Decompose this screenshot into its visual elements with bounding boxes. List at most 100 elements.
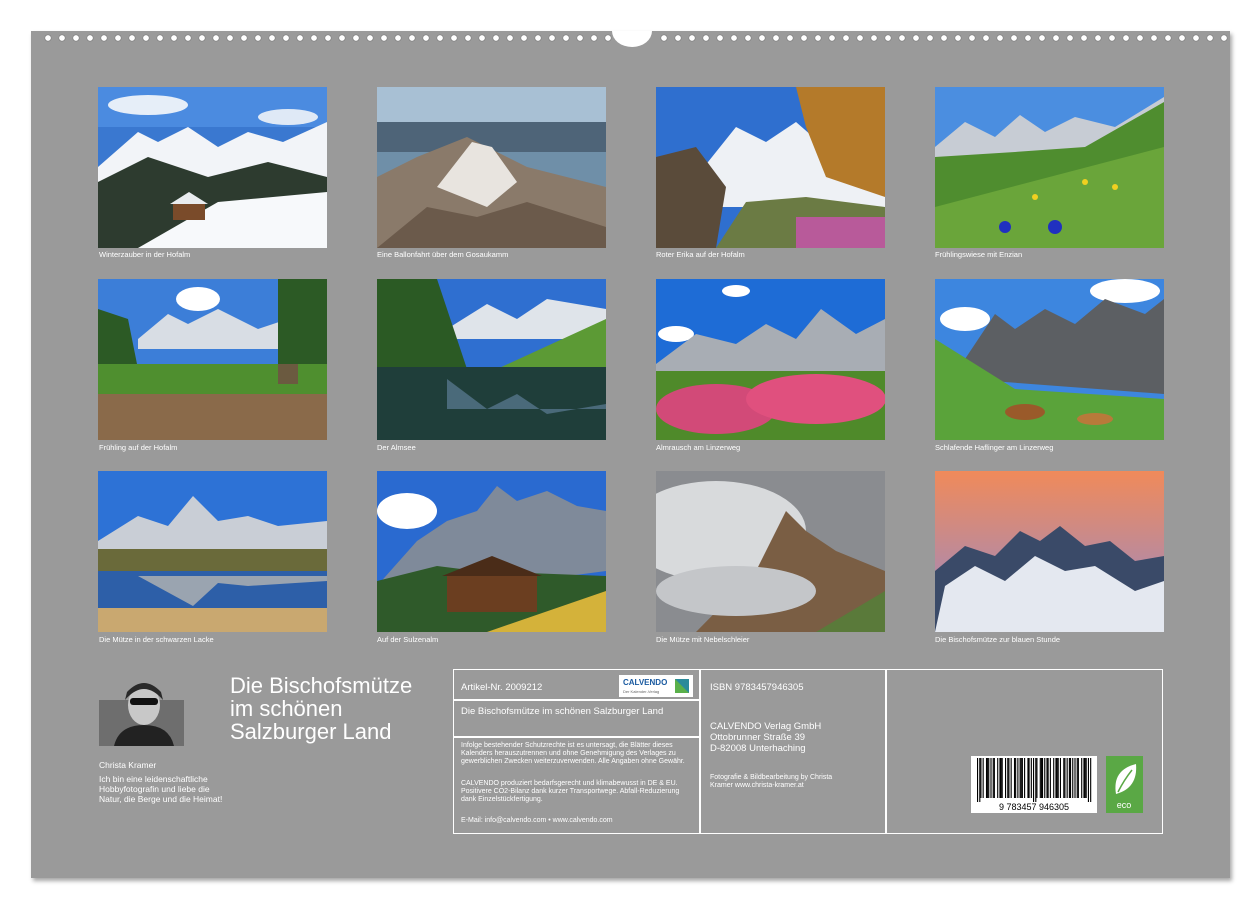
barcode-bar <box>1087 758 1089 802</box>
binding-hole <box>576 34 584 42</box>
barcode-bar <box>1046 758 1048 798</box>
binding-hole <box>926 34 934 42</box>
barcode-bar <box>1028 758 1030 798</box>
binding-hole <box>58 34 66 42</box>
barcode-bar <box>1027 758 1029 798</box>
photo-nebelschleier <box>656 471 885 632</box>
author-portrait <box>99 670 184 746</box>
barcode-bar <box>1077 758 1079 798</box>
barcode-bar <box>1064 758 1066 798</box>
legal-notice: Infolge bestehender Schutzrechte ist es … <box>461 742 685 765</box>
binding-hole <box>156 34 164 42</box>
binding-hole <box>1024 34 1032 42</box>
divider <box>454 699 700 701</box>
binding-hole <box>1136 34 1144 42</box>
photo-caption: Almrausch am Linzerweg <box>656 443 741 452</box>
barcode-bar <box>1020 758 1022 798</box>
barcode-bar <box>1039 758 1041 798</box>
binding-hole <box>590 34 598 42</box>
barcode-bar <box>1017 758 1019 798</box>
photo-caption: Roter Erika auf der Hofalm <box>656 250 745 259</box>
author-name: Christa Kramer <box>99 760 157 770</box>
publisher-street: Ottobrunner Straße 39 <box>710 732 806 743</box>
barcode-bar <box>1010 758 1012 798</box>
binding-hole <box>786 34 794 42</box>
barcode-bar <box>1084 758 1086 798</box>
binding-hole <box>268 34 276 42</box>
photo-ballonfahrt-gosaukamm <box>377 87 606 248</box>
binding-hole <box>1206 34 1214 42</box>
binding-hole <box>856 34 864 42</box>
binding-hole <box>198 34 206 42</box>
photo-schwarze-lacke <box>98 471 327 632</box>
photo-blaue-stunde <box>935 471 1164 632</box>
binding-hole <box>674 34 682 42</box>
binding-hole <box>114 34 122 42</box>
barcode-bar <box>1021 758 1023 798</box>
binding-hole <box>310 34 318 42</box>
barcode-bar <box>977 758 979 802</box>
binding-hole <box>548 34 556 42</box>
binding-hole <box>688 34 696 42</box>
binding-hole <box>422 34 430 42</box>
barcode-bar <box>979 758 981 802</box>
barcode-bar <box>1036 758 1038 798</box>
binding-hole <box>702 34 710 42</box>
photo-fruehlingswiese-enzian <box>935 87 1164 248</box>
photo-caption: Schlafende Haflinger am Linzerweg <box>935 443 1054 452</box>
barcode-bar <box>1015 758 1017 798</box>
binding-hole <box>828 34 836 42</box>
binding-hole <box>338 34 346 42</box>
binding-hole <box>128 34 136 42</box>
binding-hole <box>898 34 906 42</box>
barcode-bar <box>1019 758 1021 798</box>
calendar-title: Die Bischofsmütze im schönen Salzburger … <box>230 674 450 743</box>
barcode-bar <box>1024 758 1026 798</box>
barcode-bar <box>1033 758 1035 802</box>
barcode-bar <box>1055 758 1057 798</box>
binding-hole <box>1010 34 1018 42</box>
barcode-bar <box>1074 758 1076 798</box>
binding-hole <box>730 34 738 42</box>
binding-hole <box>1108 34 1116 42</box>
barcode-digits: 9 783457 946305 <box>999 802 1069 812</box>
binding-hole <box>1066 34 1074 42</box>
binding-hole <box>212 34 220 42</box>
binding-hole <box>436 34 444 42</box>
barcode-bar <box>1005 758 1007 798</box>
photo-caption: Die Mütze in der schwarzen Lacke <box>99 635 214 644</box>
binding-hole <box>744 34 752 42</box>
binding-hole <box>814 34 822 42</box>
binding-hole <box>772 34 780 42</box>
barcode-bar <box>999 758 1001 798</box>
title-line-3: Salzburger Land <box>230 719 392 744</box>
publisher-info-box: Artikel-Nr. 2009212 CALVENDO Der Kalende… <box>453 669 1163 834</box>
binding-hole <box>380 34 388 42</box>
photo-credits-1: Fotografie & Bildbearbeitung by Christa <box>710 774 833 781</box>
barcode-bar <box>992 758 994 798</box>
barcode-bar <box>1066 758 1068 798</box>
calvendo-logo: CALVENDO Der Kalender-Verlag <box>619 675 693 697</box>
photo-caption: Eine Ballonfahrt über dem Gosaukamm <box>377 250 509 259</box>
binding-hole <box>86 34 94 42</box>
binding-hole <box>1080 34 1088 42</box>
binding-hole <box>1038 34 1046 42</box>
barcode-bar <box>1068 758 1070 798</box>
binding-hole <box>296 34 304 42</box>
eco-badge: eco <box>1106 756 1143 813</box>
photo-caption: Auf der Sulzenalm <box>377 635 439 644</box>
isbn-barcode: 9 783457 946305 <box>971 756 1097 813</box>
binding-hole <box>44 34 52 42</box>
binding-hole <box>100 34 108 42</box>
divider <box>699 670 701 833</box>
barcode-bar <box>1041 758 1044 798</box>
binding-hole <box>394 34 402 42</box>
binding-hole <box>884 34 892 42</box>
barcode-bar <box>1001 758 1003 798</box>
article-number: Artikel-Nr. 2009212 <box>461 682 543 693</box>
barcode-bar <box>1007 758 1009 798</box>
binding-hole <box>940 34 948 42</box>
photo-winter-hofalm <box>98 87 327 248</box>
barcode-bar <box>1085 758 1087 798</box>
photo-credits-2: Kramer www.christa-kramer.at <box>710 782 804 789</box>
